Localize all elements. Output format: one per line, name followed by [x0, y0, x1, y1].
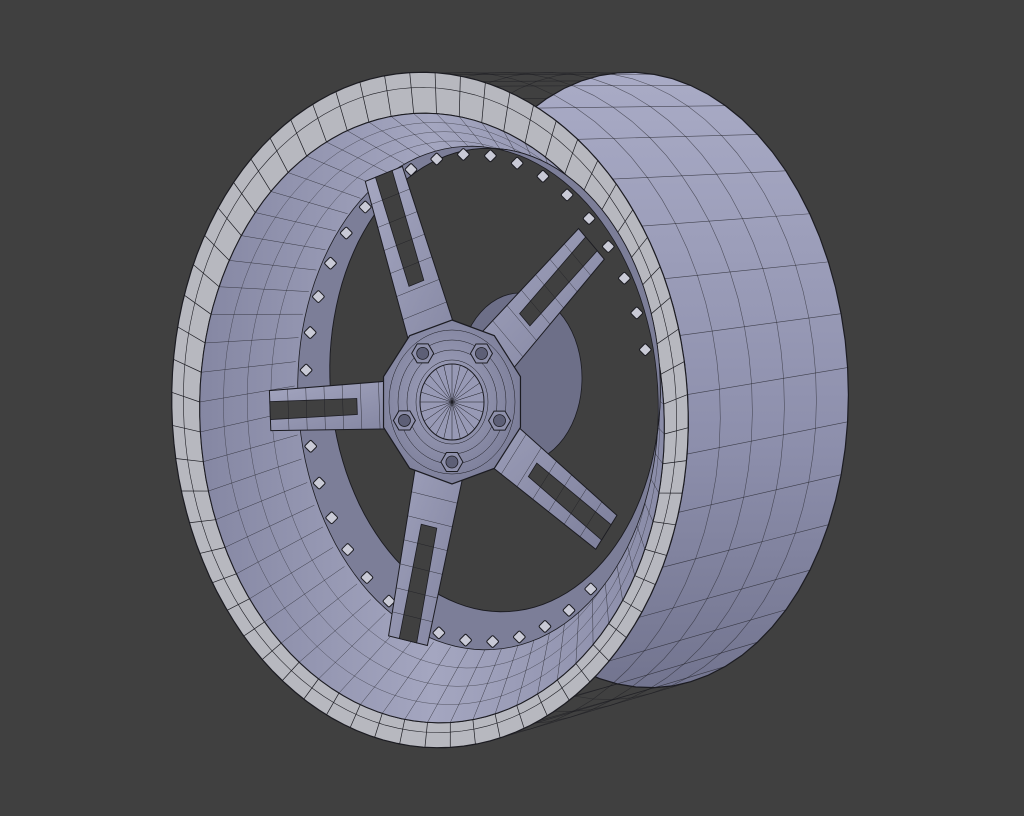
lug-nut-hole — [475, 347, 488, 360]
lug-nut-hole — [416, 346, 430, 360]
lug-nut-hole — [493, 414, 506, 428]
3d-viewport[interactable] — [0, 0, 1024, 816]
lug-nut-hole — [445, 455, 459, 469]
lug-nut-hole — [398, 414, 411, 427]
wheel-mesh — [171, 71, 850, 749]
